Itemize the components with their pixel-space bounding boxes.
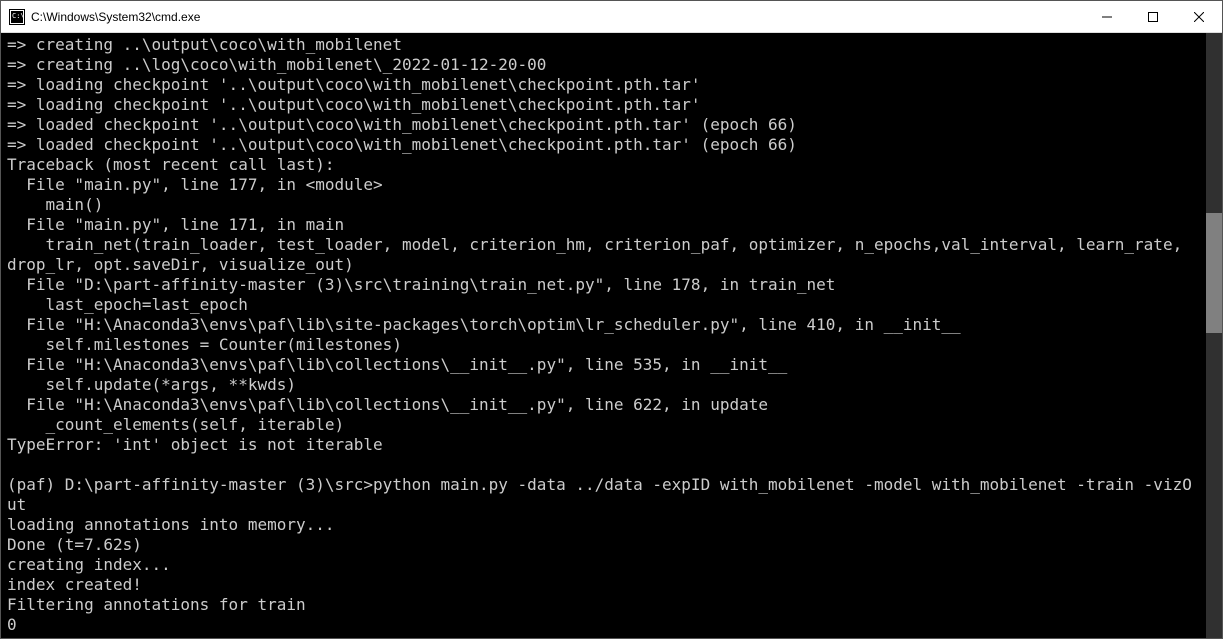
terminal-area: => creating ..\output\coco\with_mobilene…	[1, 33, 1222, 638]
titlebar[interactable]: C:\ C:\Windows\System32\cmd.exe	[1, 1, 1222, 33]
window-title: C:\Windows\System32\cmd.exe	[31, 10, 1084, 24]
cmd-icon: C:\	[9, 9, 25, 25]
minimize-button[interactable]	[1084, 1, 1130, 32]
scrollbar-thumb[interactable]	[1206, 213, 1222, 333]
terminal-output[interactable]: => creating ..\output\coco\with_mobilene…	[1, 33, 1206, 638]
svg-text:C:\: C:\	[12, 12, 25, 20]
window-controls	[1084, 1, 1222, 32]
maximize-button[interactable]	[1130, 1, 1176, 32]
close-button[interactable]	[1176, 1, 1222, 32]
scrollbar-track[interactable]	[1206, 33, 1222, 638]
